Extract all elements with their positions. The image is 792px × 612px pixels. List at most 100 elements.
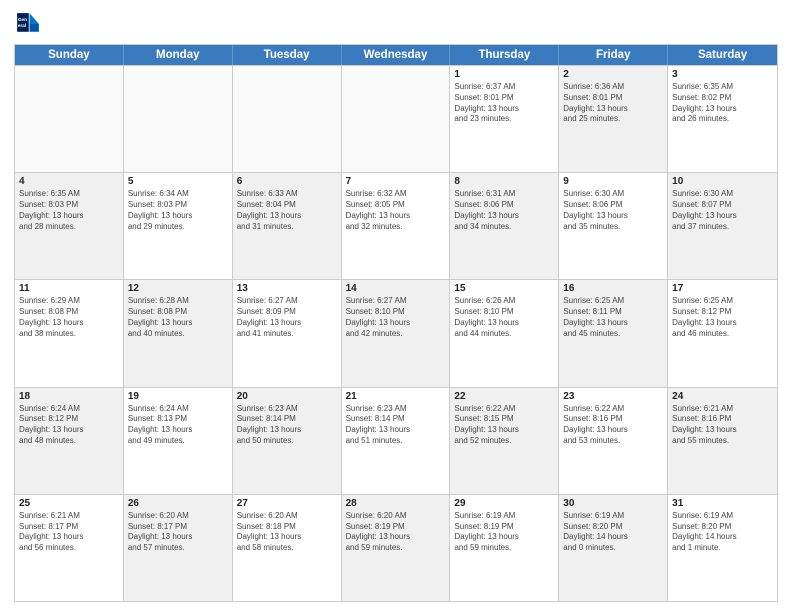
calendar: SundayMondayTuesdayWednesdayThursdayFrid…	[14, 44, 778, 602]
day-number: 30	[563, 498, 663, 509]
week-row-5: 25 Sunrise: 6:21 AMSunset: 8:17 PMDayligh…	[15, 494, 777, 601]
day-info: Sunrise: 6:25 AMSunset: 8:11 PMDaylight:…	[563, 296, 663, 339]
day-number: 20	[237, 391, 337, 402]
page: Gen eral SundayMondayTuesdayWednesdayThu…	[0, 0, 792, 612]
day-number: 22	[454, 391, 554, 402]
day-info: Sunrise: 6:27 AMSunset: 8:09 PMDaylight:…	[237, 296, 337, 339]
day-number: 19	[128, 391, 228, 402]
day-info: Sunrise: 6:22 AMSunset: 8:16 PMDaylight:…	[563, 404, 663, 447]
day-cell-14: 14 Sunrise: 6:27 AMSunset: 8:10 PMDayligh…	[342, 280, 451, 386]
day-number: 5	[128, 176, 228, 187]
day-cell-5: 5 Sunrise: 6:34 AMSunset: 8:03 PMDaylight…	[124, 173, 233, 279]
empty-cell	[342, 66, 451, 172]
logo-icon: Gen eral	[14, 10, 42, 38]
day-info: Sunrise: 6:20 AMSunset: 8:19 PMDaylight:…	[346, 511, 446, 554]
day-info: Sunrise: 6:32 AMSunset: 8:05 PMDaylight:…	[346, 189, 446, 232]
day-cell-15: 15Sunrise: 6:26 AMSunset: 8:10 PMDayligh…	[450, 280, 559, 386]
day-info: Sunrise: 6:19 AMSunset: 8:20 PMDaylight:…	[563, 511, 663, 554]
day-info: Sunrise: 6:21 AMSunset: 8:16 PMDaylight:…	[672, 404, 773, 447]
day-info: Sunrise: 6:21 AMSunset: 8:17 PMDaylight:…	[19, 511, 119, 554]
day-number: 26	[128, 498, 228, 509]
day-cell-27: 27Sunrise: 6:20 AMSunset: 8:18 PMDayligh…	[233, 495, 342, 601]
day-cell-29: 29 Sunrise: 6:19 AMSunset: 8:19 PMDayligh…	[450, 495, 559, 601]
day-number: 28	[346, 498, 446, 509]
day-cell-10: 10 Sunrise: 6:30 AMSunset: 8:07 PMDayligh…	[668, 173, 777, 279]
day-cell-21: 21Sunrise: 6:23 AMSunset: 8:14 PMDayligh…	[342, 388, 451, 494]
day-number: 17	[672, 283, 773, 294]
day-number: 25	[19, 498, 119, 509]
day-number: 31	[672, 498, 773, 509]
day-cell-8: 8 Sunrise: 6:31 AMSunset: 8:06 PMDaylight…	[450, 173, 559, 279]
header: Gen eral	[14, 10, 778, 38]
day-info: Sunrise: 6:27 AMSunset: 8:10 PMDaylight:…	[346, 296, 446, 339]
day-info: Sunrise: 6:35 AMSunset: 8:03 PMDaylight:…	[19, 189, 119, 232]
week-row-3: 11 Sunrise: 6:29 AMSunset: 8:08 PMDayligh…	[15, 279, 777, 386]
week-row-2: 4 Sunrise: 6:35 AMSunset: 8:03 PMDaylight…	[15, 172, 777, 279]
day-cell-6: 6Sunrise: 6:33 AMSunset: 8:04 PMDaylight…	[233, 173, 342, 279]
day-info: Sunrise: 6:36 AMSunset: 8:01 PMDaylight:…	[563, 82, 663, 125]
day-cell-16: 16 Sunrise: 6:25 AMSunset: 8:11 PMDayligh…	[559, 280, 668, 386]
week-row-4: 18 Sunrise: 6:24 AMSunset: 8:12 PMDayligh…	[15, 387, 777, 494]
day-info: Sunrise: 6:23 AMSunset: 8:14 PMDaylight:…	[237, 404, 337, 447]
day-cell-1: 1 Sunrise: 6:37 AMSunset: 8:01 PMDaylight…	[450, 66, 559, 172]
day-number: 1	[454, 69, 554, 80]
day-cell-11: 11 Sunrise: 6:29 AMSunset: 8:08 PMDayligh…	[15, 280, 124, 386]
day-info: Sunrise: 6:24 AMSunset: 8:12 PMDaylight:…	[19, 404, 119, 447]
day-cell-23: 23 Sunrise: 6:22 AMSunset: 8:16 PMDayligh…	[559, 388, 668, 494]
day-cell-31: 31 Sunrise: 6:19 AMSunset: 8:20 PMDayligh…	[668, 495, 777, 601]
day-cell-25: 25 Sunrise: 6:21 AMSunset: 8:17 PMDayligh…	[15, 495, 124, 601]
day-number: 3	[672, 69, 773, 80]
day-info: Sunrise: 6:20 AMSunset: 8:17 PMDaylight:…	[128, 511, 228, 554]
day-cell-30: 30 Sunrise: 6:19 AMSunset: 8:20 PMDayligh…	[559, 495, 668, 601]
day-cell-12: 12Sunrise: 6:28 AMSunset: 8:08 PMDayligh…	[124, 280, 233, 386]
day-number: 13	[237, 283, 337, 294]
day-info: Sunrise: 6:34 AMSunset: 8:03 PMDaylight:…	[128, 189, 228, 232]
day-info: Sunrise: 6:24 AMSunset: 8:13 PMDaylight:…	[128, 404, 228, 447]
day-cell-3: 3 Sunrise: 6:35 AMSunset: 8:02 PMDaylight…	[668, 66, 777, 172]
day-number: 18	[19, 391, 119, 402]
day-cell-7: 7Sunrise: 6:32 AMSunset: 8:05 PMDaylight…	[342, 173, 451, 279]
day-info: Sunrise: 6:19 AMSunset: 8:19 PMDaylight:…	[454, 511, 554, 554]
day-header-thursday: Thursday	[450, 45, 559, 65]
day-number: 11	[19, 283, 119, 294]
day-number: 23	[563, 391, 663, 402]
svg-text:Gen: Gen	[18, 17, 27, 22]
day-number: 2	[563, 69, 663, 80]
day-cell-13: 13 Sunrise: 6:27 AMSunset: 8:09 PMDayligh…	[233, 280, 342, 386]
day-number: 29	[454, 498, 554, 509]
day-header-wednesday: Wednesday	[342, 45, 451, 65]
day-header-saturday: Saturday	[668, 45, 777, 65]
day-number: 8	[454, 176, 554, 187]
day-cell-9: 9Sunrise: 6:30 AMSunset: 8:06 PMDaylight…	[559, 173, 668, 279]
day-info: Sunrise: 6:20 AMSunset: 8:18 PMDaylight:…	[237, 511, 337, 554]
day-number: 16	[563, 283, 663, 294]
day-header-tuesday: Tuesday	[233, 45, 342, 65]
day-number: 21	[346, 391, 446, 402]
day-cell-24: 24 Sunrise: 6:21 AMSunset: 8:16 PMDayligh…	[668, 388, 777, 494]
day-info: Sunrise: 6:30 AMSunset: 8:07 PMDaylight:…	[672, 189, 773, 232]
day-number: 24	[672, 391, 773, 402]
day-cell-28: 28 Sunrise: 6:20 AMSunset: 8:19 PMDayligh…	[342, 495, 451, 601]
day-info: Sunrise: 6:35 AMSunset: 8:02 PMDaylight:…	[672, 82, 773, 125]
empty-cell	[15, 66, 124, 172]
day-info: Sunrise: 6:30 AMSunset: 8:06 PMDaylight:…	[563, 189, 663, 232]
calendar-body: 1 Sunrise: 6:37 AMSunset: 8:01 PMDaylight…	[15, 65, 777, 601]
empty-cell	[233, 66, 342, 172]
day-number: 4	[19, 176, 119, 187]
day-info: Sunrise: 6:26 AMSunset: 8:10 PMDaylight:…	[454, 296, 554, 339]
logo: Gen eral	[14, 10, 46, 38]
day-cell-20: 20 Sunrise: 6:23 AMSunset: 8:14 PMDayligh…	[233, 388, 342, 494]
day-header-friday: Friday	[559, 45, 668, 65]
day-info: Sunrise: 6:29 AMSunset: 8:08 PMDaylight:…	[19, 296, 119, 339]
svg-text:eral: eral	[18, 23, 26, 28]
empty-cell	[124, 66, 233, 172]
day-info: Sunrise: 6:31 AMSunset: 8:06 PMDaylight:…	[454, 189, 554, 232]
day-info: Sunrise: 6:22 AMSunset: 8:15 PMDaylight:…	[454, 404, 554, 447]
day-number: 14	[346, 283, 446, 294]
day-info: Sunrise: 6:19 AMSunset: 8:20 PMDaylight:…	[672, 511, 773, 554]
day-info: Sunrise: 6:37 AMSunset: 8:01 PMDaylight:…	[454, 82, 554, 125]
day-header-sunday: Sunday	[15, 45, 124, 65]
day-info: Sunrise: 6:33 AMSunset: 8:04 PMDaylight:…	[237, 189, 337, 232]
day-number: 10	[672, 176, 773, 187]
day-cell-26: 26 Sunrise: 6:20 AMSunset: 8:17 PMDayligh…	[124, 495, 233, 601]
